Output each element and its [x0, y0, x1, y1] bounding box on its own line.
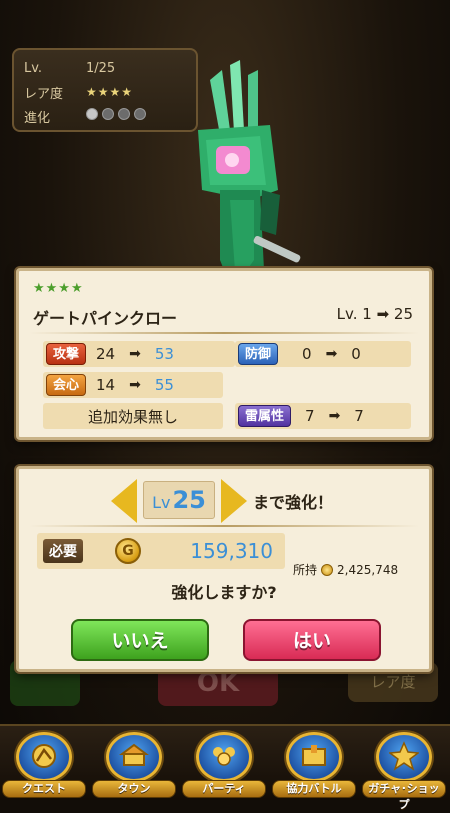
level-increase-arrow[interactable]	[221, 479, 247, 523]
element-tag: 雷属性	[238, 405, 292, 427]
town-icon	[106, 732, 162, 782]
attack-from: 24	[96, 345, 116, 363]
owned-gold: 所持 2,425,748	[293, 561, 398, 578]
dialog-divider	[29, 525, 419, 527]
critical-tag: 会心	[46, 374, 87, 396]
level-change: Lv. 1 ➡ 25	[336, 305, 413, 323]
defense-to: 0	[351, 345, 361, 363]
defense-tag: 防御	[238, 343, 279, 365]
level-value: 1/25	[86, 60, 116, 76]
target-level-value: 25	[172, 486, 206, 514]
weapon-info-panel: Lv. 1/25 レア度 ★★★★ 進化	[12, 48, 198, 132]
nav-party[interactable]: パーティ	[182, 732, 266, 798]
evolve-label: 進化	[24, 110, 51, 126]
attack-stat-row: 攻撃 24 ➡ 53	[43, 341, 235, 367]
small-coin-icon	[321, 563, 334, 576]
attack-to: 53	[154, 345, 174, 363]
target-level-prefix: Lv	[152, 493, 171, 512]
additional-effect-row: 追加効果無し	[43, 403, 223, 429]
required-cost-bar: 必要 G 159,310	[37, 533, 285, 569]
card-divider	[29, 332, 419, 334]
arrow-icon: ➡	[129, 346, 141, 362]
level-label: Lv.	[24, 60, 43, 76]
gold-coin-icon: G	[115, 538, 141, 564]
upgrade-until-text: まで強化！	[253, 493, 334, 512]
yes-button[interactable]: はい	[243, 619, 381, 661]
nav-quest[interactable]: クエスト	[2, 732, 86, 798]
required-label: 必要	[43, 539, 83, 563]
confirm-question: 強化しますか?	[171, 583, 277, 602]
coop-battle-icon	[286, 732, 342, 782]
element-to: 7	[354, 407, 364, 425]
rarity-label: レア度	[24, 86, 64, 102]
nav-coop-battle-label: 協力バトル	[272, 780, 356, 798]
upgrade-dialog: Lv 25 まで強化！ 必要 G 159,310 所持 2,425,748 強化…	[16, 466, 432, 672]
evolve-dots	[86, 108, 150, 124]
no-button[interactable]: いいえ	[71, 619, 209, 661]
arrow-icon: ➡	[325, 346, 338, 362]
nav-gacha-shop-label: ガチャ･ショップ	[362, 780, 446, 811]
nav-quest-label: クエスト	[2, 780, 86, 798]
critical-stat-row: 会心 14 ➡ 55	[43, 372, 223, 398]
owned-value: 2,425,748	[337, 562, 399, 577]
weapon-stats-card: ★★★★ ゲートパインクロー Lv. 1 ➡ 25 攻撃 24 ➡ 53 防御 …	[16, 268, 432, 440]
element-stat-row: 雷属性 7 ➡ 7	[235, 403, 411, 429]
owned-label: 所持	[293, 563, 318, 577]
target-level-box: Lv 25	[143, 481, 215, 519]
defense-from: 0	[302, 345, 312, 363]
arrow-icon: ➡	[328, 408, 341, 424]
nav-gacha-shop[interactable]: ガチャ･ショップ	[362, 732, 446, 811]
level-decrease-arrow[interactable]	[111, 479, 137, 523]
nav-town[interactable]: タウン	[92, 732, 176, 798]
element-from: 7	[305, 407, 315, 425]
critical-to: 55	[154, 376, 174, 394]
party-icon	[196, 732, 252, 782]
critical-from: 14	[96, 376, 116, 394]
arrow-icon: ➡	[129, 377, 141, 393]
quest-icon	[16, 732, 72, 782]
bottom-navigation: クエスト タウン パーティ 協力バトル ガチャ･ショップ	[0, 724, 450, 811]
weapon-name: ゲートパインクロー	[33, 309, 178, 328]
gacha-shop-icon	[376, 732, 432, 782]
required-cost-value: 159,310	[190, 539, 273, 563]
attack-tag: 攻撃	[46, 343, 87, 365]
card-rarity-stars: ★★★★	[33, 281, 84, 296]
nav-party-label: パーティ	[182, 780, 266, 798]
additional-effect-text: 追加効果無し	[87, 407, 178, 426]
rarity-stars: ★★★★	[86, 85, 134, 99]
nav-coop-battle[interactable]: 協力バトル	[272, 732, 356, 798]
nav-town-label: タウン	[92, 780, 176, 798]
defense-stat-row: 防御 0 ➡ 0	[235, 341, 411, 367]
